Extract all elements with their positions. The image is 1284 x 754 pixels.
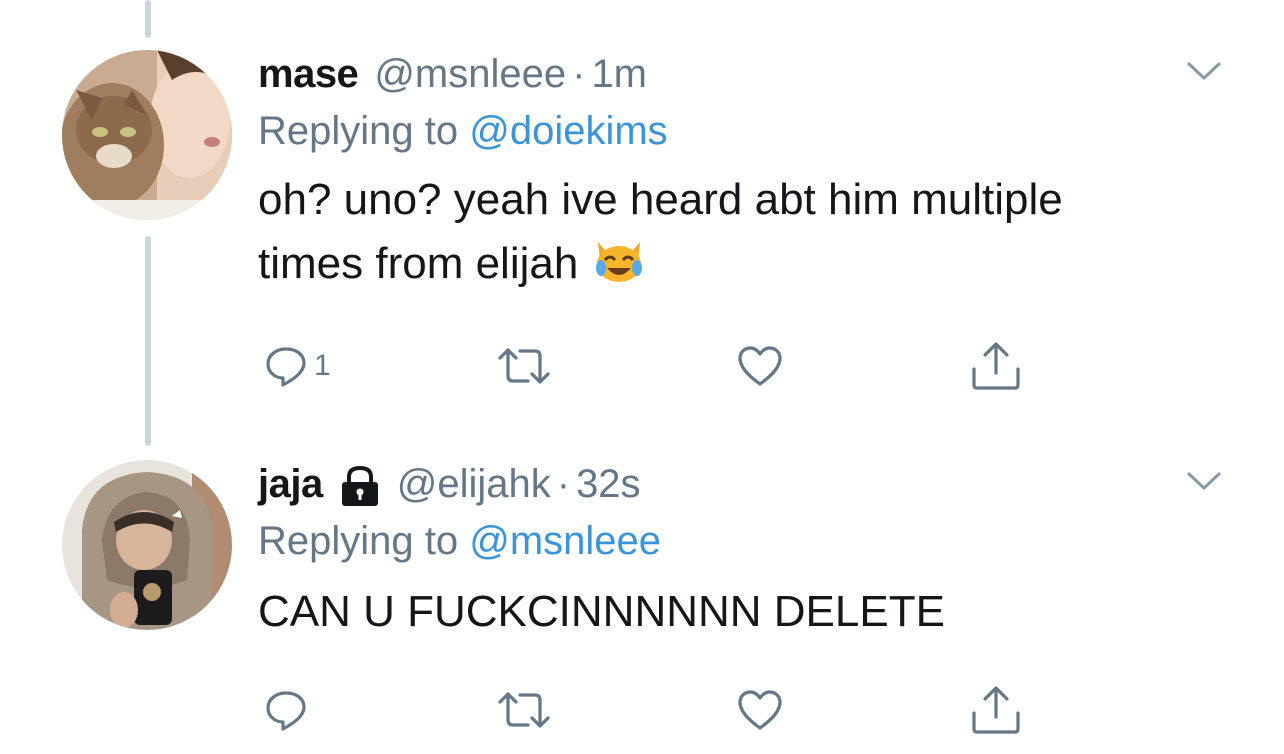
heart-icon <box>738 346 782 386</box>
reply-button[interactable]: 1 <box>264 336 331 396</box>
tweet-content: mase @msnleee · 1m Replying to @doiekims… <box>258 48 1224 296</box>
avatar[interactable] <box>62 50 232 220</box>
user-handle[interactable]: @msnleee <box>374 52 566 97</box>
tweet-header: mase @msnleee · 1m <box>258 48 1224 100</box>
tweet-text-line-2: times from elijah <box>258 232 1224 296</box>
chevron-down-icon[interactable] <box>1186 470 1222 492</box>
reply-count: 1 <box>314 349 331 382</box>
mention-link[interactable]: @doiekims <box>469 109 667 153</box>
tweet-actions: 1 <box>258 336 1058 396</box>
tweet-content: jaja @elijahk · 32s Replying to @msnleee… <box>258 458 1224 644</box>
share-icon <box>972 342 1020 390</box>
tweet[interactable]: jaja @elijahk · 32s Replying to @msnleee… <box>0 446 1284 754</box>
tweet-text-line: times from elijah <box>258 239 579 288</box>
tweet-text-line: oh? uno? yeah ive heard abt him multiple <box>258 175 1063 224</box>
retweet-icon <box>498 692 550 728</box>
reply-button[interactable] <box>264 680 314 740</box>
replying-to: Replying to @doiekims <box>258 100 1224 162</box>
timestamp[interactable]: 1m <box>591 52 647 97</box>
separator: · <box>556 461 571 506</box>
user-handle[interactable]: @elijahk <box>397 462 551 507</box>
retweet-button[interactable] <box>496 680 552 740</box>
chevron-down-icon[interactable] <box>1186 60 1222 82</box>
like-button[interactable] <box>736 336 784 396</box>
tweet-header: jaja @elijahk · 32s <box>258 458 1224 510</box>
reply-icon <box>266 347 306 387</box>
tweet-text: CAN U FUCKCINNNNNN DELETE <box>258 580 1224 644</box>
replying-prefix: Replying to <box>258 519 470 563</box>
separator: · <box>572 51 586 96</box>
share-icon <box>972 686 1020 734</box>
tweet-text-line: CAN U FUCKCINNNNNN DELETE <box>258 587 945 636</box>
joy-cat-emoji <box>592 232 646 286</box>
replying-to: Replying to @msnleee <box>258 510 1224 572</box>
avatar[interactable] <box>62 460 232 630</box>
display-name[interactable]: jaja <box>258 462 323 507</box>
retweet-button[interactable] <box>496 336 552 396</box>
heart-icon <box>738 690 782 730</box>
tweet-text: oh? uno? yeah ive heard abt him multiple… <box>258 168 1224 296</box>
replying-prefix: Replying to <box>258 109 470 153</box>
lock-icon <box>339 464 381 508</box>
retweet-icon <box>498 348 550 384</box>
like-button[interactable] <box>736 680 784 740</box>
display-name[interactable]: mase <box>258 52 359 97</box>
mention-link[interactable]: @msnleee <box>469 519 661 563</box>
share-button[interactable] <box>970 680 1022 740</box>
timestamp[interactable]: 32s <box>576 462 641 507</box>
tweet-actions <box>258 680 1058 740</box>
tweet[interactable]: mase @msnleee · 1m Replying to @doiekims… <box>0 0 1284 446</box>
reply-icon <box>266 691 306 731</box>
share-button[interactable] <box>970 336 1022 396</box>
